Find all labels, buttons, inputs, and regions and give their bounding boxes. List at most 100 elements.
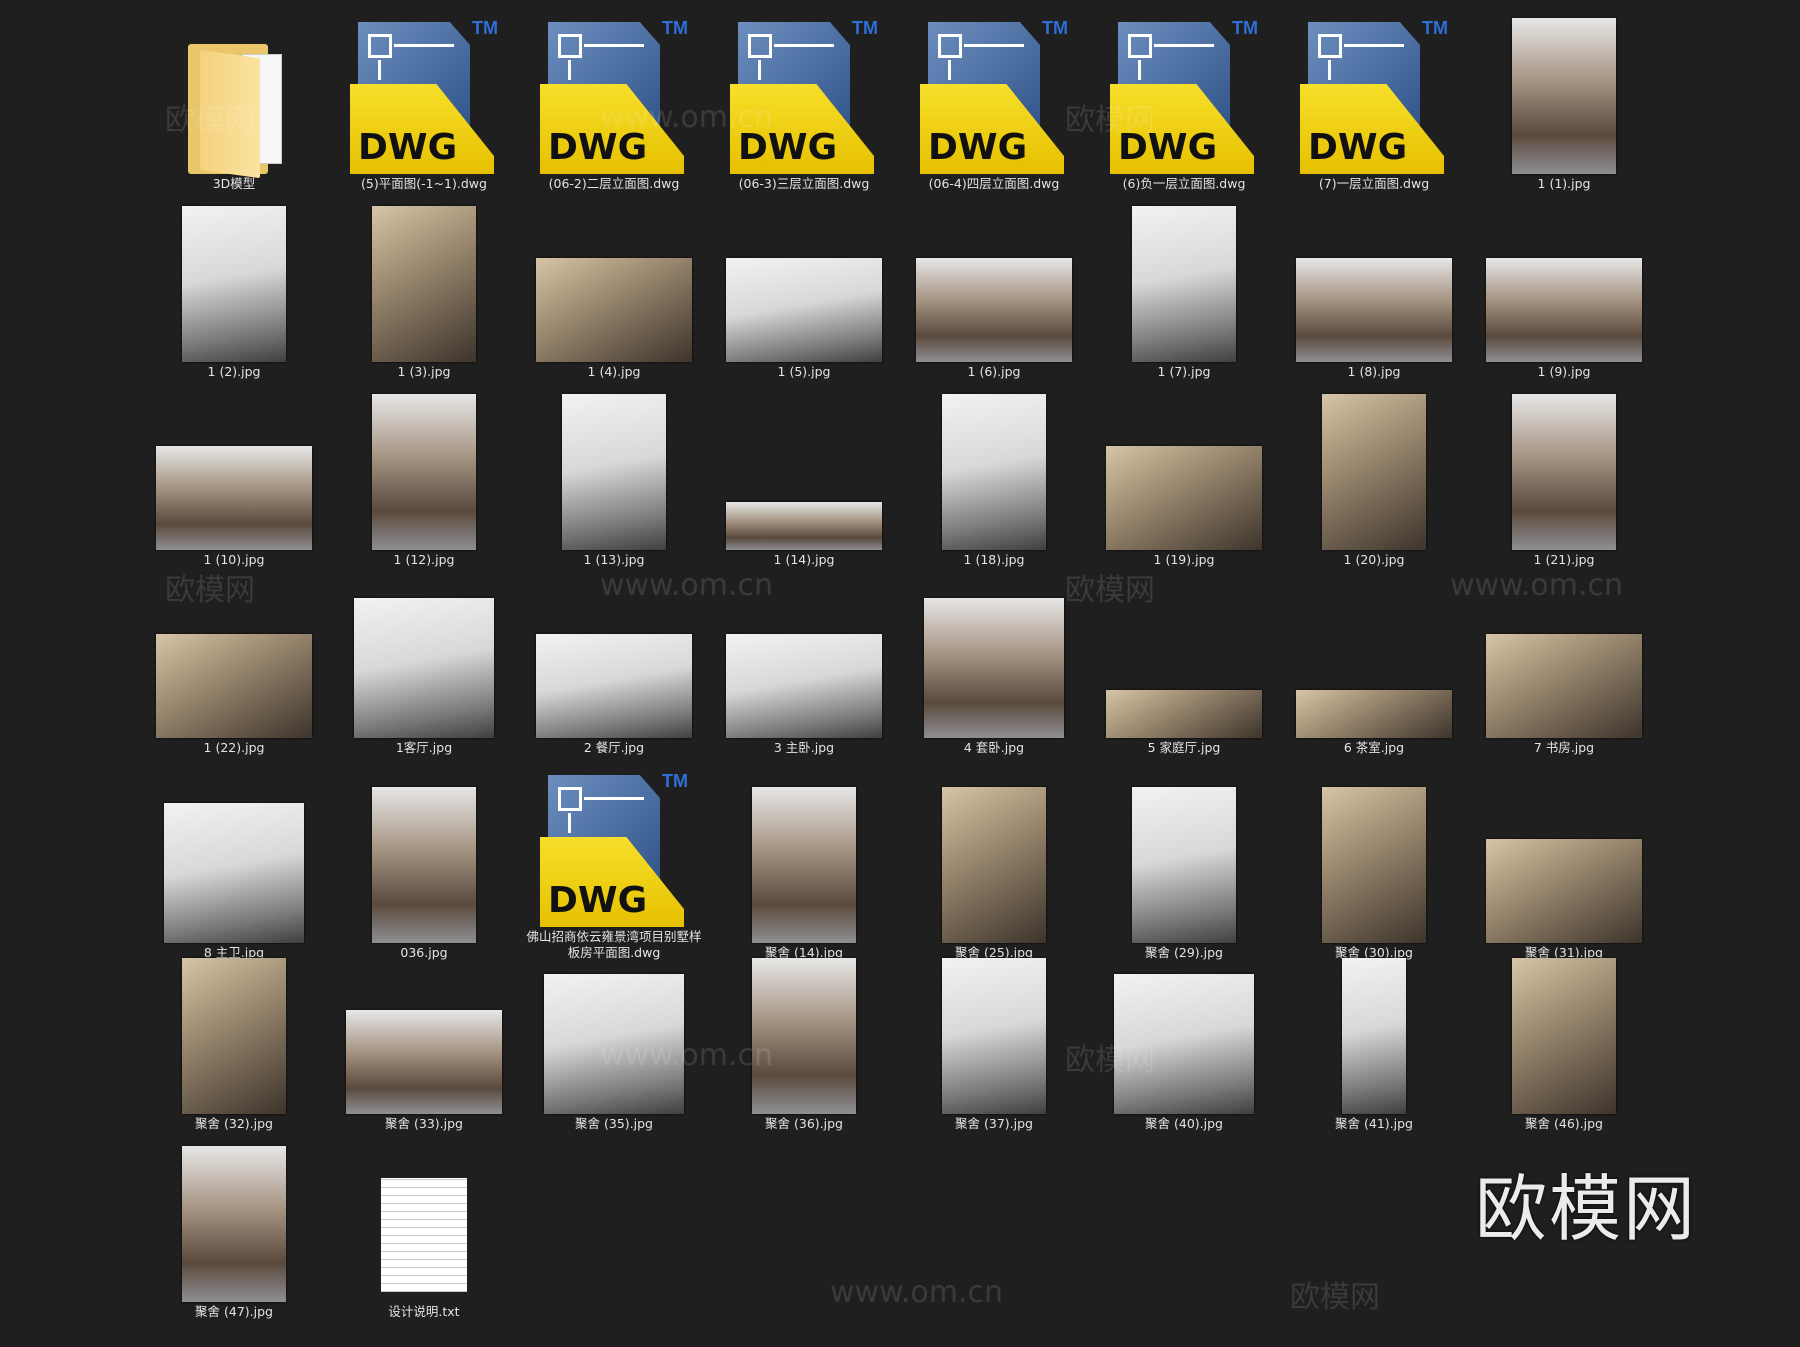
file-item[interactable]: 聚舍 (40).jpg bbox=[1089, 948, 1279, 1136]
image-thumbnail bbox=[726, 502, 882, 550]
file-thumbnail bbox=[1099, 578, 1269, 738]
file-item[interactable]: 4 套卧.jpg bbox=[899, 572, 1089, 760]
file-name: 1 (4).jpg bbox=[587, 364, 641, 379]
image-thumbnail bbox=[1296, 258, 1452, 362]
file-thumbnail bbox=[909, 390, 1079, 550]
text-file-icon bbox=[371, 1156, 477, 1302]
file-item[interactable]: 7 书房.jpg bbox=[1469, 572, 1659, 760]
file-thumbnail bbox=[719, 202, 889, 362]
file-item[interactable]: 1 (12).jpg bbox=[329, 384, 519, 572]
image-thumbnail bbox=[1296, 690, 1452, 738]
file-thumbnail bbox=[339, 1142, 509, 1302]
file-item[interactable]: 036.jpg bbox=[329, 760, 519, 965]
file-item[interactable]: 1 (5).jpg bbox=[709, 196, 899, 384]
file-item[interactable]: 1 (7).jpg bbox=[1089, 196, 1279, 384]
file-item[interactable]: 1 (20).jpg bbox=[1279, 384, 1469, 572]
file-thumbnail bbox=[1479, 578, 1649, 738]
file-item[interactable]: 1 (18).jpg bbox=[899, 384, 1089, 572]
file-item[interactable]: 1 (21).jpg bbox=[1469, 384, 1659, 572]
file-item[interactable]: 1 (22).jpg bbox=[139, 572, 329, 760]
image-thumbnail bbox=[562, 394, 666, 550]
image-thumbnail bbox=[1322, 394, 1426, 550]
dwg-icon-text: DWG bbox=[738, 127, 838, 168]
file-item[interactable]: 6 茶室.jpg bbox=[1279, 572, 1469, 760]
file-item[interactable]: 1 (10).jpg bbox=[139, 384, 329, 572]
file-item[interactable]: 1 (4).jpg bbox=[519, 196, 709, 384]
file-thumbnail bbox=[719, 390, 889, 550]
file-item[interactable]: TM DWG (06-2)二层立面图.dwg bbox=[519, 8, 709, 196]
file-item[interactable]: 3 主卧.jpg bbox=[709, 572, 899, 760]
file-item[interactable]: 聚舍 (32).jpg bbox=[139, 948, 329, 1136]
file-name: 1 (13).jpg bbox=[583, 552, 645, 567]
image-thumbnail bbox=[372, 206, 476, 362]
file-item[interactable]: 1 (14).jpg bbox=[709, 384, 899, 572]
file-item[interactable]: 5 家庭厅.jpg bbox=[1089, 572, 1279, 760]
file-name: (06-4)四层立面图.dwg bbox=[928, 176, 1060, 191]
file-thumbnail bbox=[1289, 578, 1459, 738]
dwg-file-icon: TM DWG bbox=[540, 18, 688, 174]
file-name: 1 (10).jpg bbox=[203, 552, 265, 567]
file-item[interactable]: 1客厅.jpg bbox=[329, 572, 519, 760]
file-thumbnail bbox=[149, 578, 319, 738]
file-name: 1 (22).jpg bbox=[203, 740, 265, 755]
file-item[interactable]: 1 (3).jpg bbox=[329, 196, 519, 384]
file-item[interactable]: 1 (9).jpg bbox=[1469, 196, 1659, 384]
file-name: 聚舍 (36).jpg bbox=[765, 1116, 843, 1131]
file-item[interactable]: 聚舍 (46).jpg bbox=[1469, 948, 1659, 1136]
file-item[interactable]: 2 餐厅.jpg bbox=[519, 572, 709, 760]
file-item[interactable]: 设计说明.txt bbox=[329, 1136, 519, 1324]
file-item[interactable]: 1 (13).jpg bbox=[519, 384, 709, 572]
file-item[interactable]: 聚舍 (14).jpg bbox=[709, 760, 899, 965]
file-item[interactable]: TM DWG (06-4)四层立面图.dwg bbox=[899, 8, 1089, 196]
file-thumbnail: TM DWG bbox=[719, 14, 889, 174]
dwg-tm-mark: TM bbox=[662, 18, 688, 38]
file-item[interactable]: 1 (6).jpg bbox=[899, 196, 1089, 384]
file-item[interactable]: 聚舍 (35).jpg bbox=[519, 948, 709, 1136]
image-thumbnail bbox=[182, 206, 286, 362]
file-name: 6 茶室.jpg bbox=[1343, 740, 1405, 755]
image-thumbnail bbox=[942, 394, 1046, 550]
image-thumbnail bbox=[156, 634, 312, 738]
file-thumbnail bbox=[1099, 783, 1269, 943]
file-item[interactable]: 1 (8).jpg bbox=[1279, 196, 1469, 384]
file-name: 1 (9).jpg bbox=[1537, 364, 1591, 379]
file-item[interactable]: 聚舍 (31).jpg bbox=[1469, 760, 1659, 965]
file-item[interactable]: 聚舍 (37).jpg bbox=[899, 948, 1089, 1136]
file-thumbnail bbox=[719, 783, 889, 943]
file-thumbnail bbox=[719, 578, 889, 738]
dwg-icon-text: DWG bbox=[1308, 127, 1408, 168]
file-item[interactable]: 1 (2).jpg bbox=[139, 196, 329, 384]
file-name: 聚舍 (46).jpg bbox=[1525, 1116, 1603, 1131]
file-item[interactable]: 聚舍 (47).jpg bbox=[139, 1136, 329, 1324]
image-thumbnail bbox=[942, 958, 1046, 1114]
file-name: 4 套卧.jpg bbox=[963, 740, 1025, 755]
file-thumbnail bbox=[1289, 202, 1459, 362]
file-name: 1客厅.jpg bbox=[395, 740, 453, 755]
image-thumbnail bbox=[1342, 958, 1406, 1114]
file-item[interactable]: 聚舍 (25).jpg bbox=[899, 760, 1089, 965]
image-thumbnail bbox=[544, 974, 684, 1114]
image-thumbnail bbox=[372, 787, 476, 943]
file-name: 7 书房.jpg bbox=[1533, 740, 1595, 755]
dwg-icon-text: DWG bbox=[548, 880, 648, 921]
file-item[interactable]: 聚舍 (41).jpg bbox=[1279, 948, 1469, 1136]
image-thumbnail bbox=[1486, 258, 1642, 362]
file-item[interactable]: TM DWG 佛山招商依云雍景湾项目别墅样板房平面图.dwg bbox=[519, 760, 709, 965]
file-item[interactable]: 聚舍 (36).jpg bbox=[709, 948, 899, 1136]
file-thumbnail bbox=[529, 578, 699, 738]
file-item[interactable]: 聚舍 (30).jpg bbox=[1279, 760, 1469, 965]
file-item[interactable]: 8 主卫.jpg bbox=[139, 760, 329, 965]
file-item[interactable]: 3D模型 bbox=[139, 8, 329, 196]
file-item[interactable]: TM DWG (6)负一层立面图.dwg bbox=[1089, 8, 1279, 196]
file-item[interactable]: 1 (19).jpg bbox=[1089, 384, 1279, 572]
file-item[interactable]: TM DWG (5)平面图(-1~1).dwg bbox=[329, 8, 519, 196]
file-thumbnail bbox=[149, 390, 319, 550]
file-item[interactable]: TM DWG (7)一层立面图.dwg bbox=[1279, 8, 1469, 196]
file-item[interactable]: 聚舍 (29).jpg bbox=[1089, 760, 1279, 965]
file-item[interactable]: 聚舍 (33).jpg bbox=[329, 948, 519, 1136]
image-thumbnail bbox=[752, 958, 856, 1114]
dwg-file-icon: TM DWG bbox=[1300, 18, 1448, 174]
file-item[interactable]: 1 (1).jpg bbox=[1469, 8, 1659, 196]
file-name: 1 (2).jpg bbox=[207, 364, 261, 379]
file-item[interactable]: TM DWG (06-3)三层立面图.dwg bbox=[709, 8, 899, 196]
